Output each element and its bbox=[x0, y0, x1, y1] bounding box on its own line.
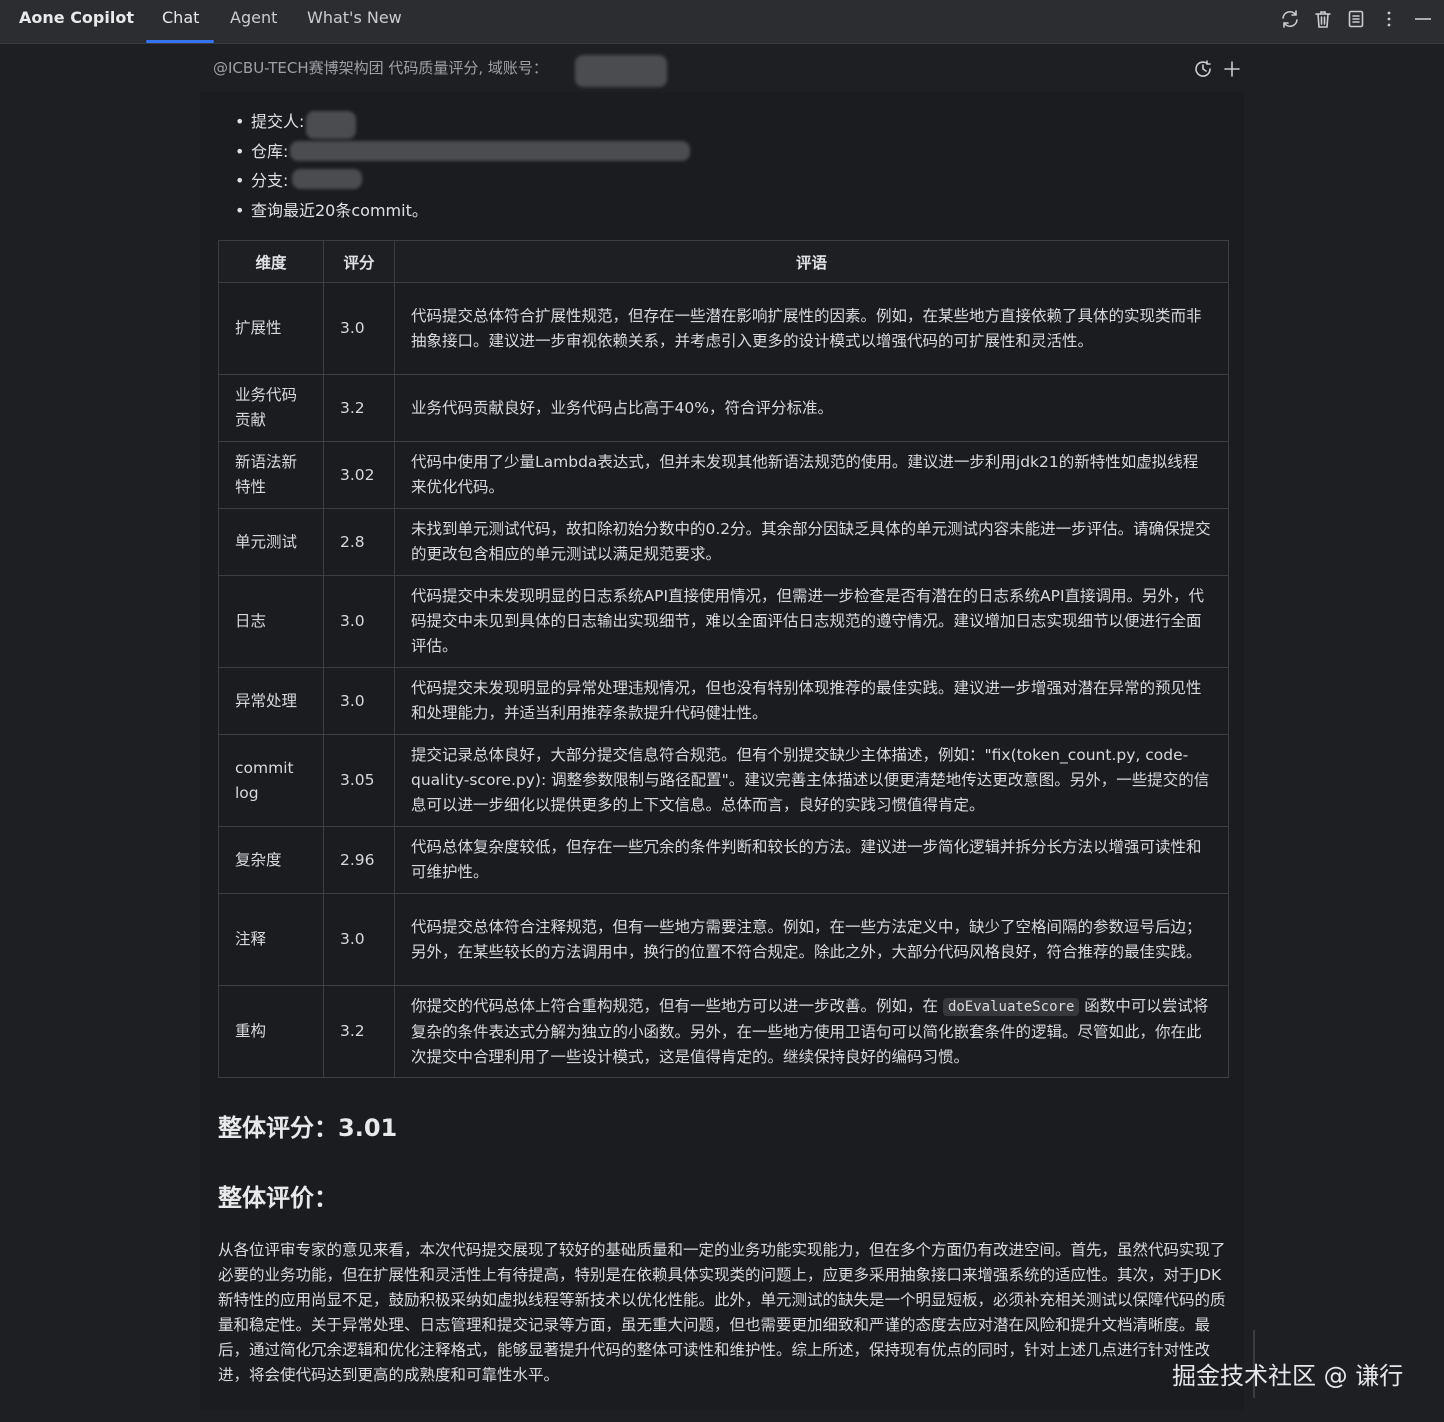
table-row: commit log 3.05 提交记录总体良好，大部分提交信息符合规范。但有个… bbox=[218, 734, 1229, 827]
trash-icon[interactable] bbox=[1312, 8, 1334, 30]
dimension-cell: 复杂度 bbox=[218, 826, 324, 894]
table-row: 重构 3.2 你提交的代码总体上符合重构规范，但有一些地方可以进一步改善。例如，… bbox=[218, 985, 1229, 1078]
comment-cell: 代码提交总体符合扩展性规范，但存在一些潜在影响扩展性的因素。例如，在某些地方直接… bbox=[394, 282, 1229, 375]
active-tab-indicator bbox=[146, 40, 214, 43]
score-cell: 3.05 bbox=[323, 734, 395, 827]
comment-cell: 代码提交未发现明显的异常处理违规情况，但也没有特别体现推荐的最佳实践。建议进一步… bbox=[394, 667, 1229, 735]
redacted-submitter bbox=[306, 111, 356, 139]
redacted-branch bbox=[292, 169, 362, 189]
score-cell: 3.0 bbox=[323, 893, 395, 986]
table-row: 注释 3.0 代码提交总体符合注释规范，但有一些地方需要注意。例如，在一些方法定… bbox=[218, 893, 1229, 986]
table-header-row: 维度 评分 评语 bbox=[218, 240, 1229, 283]
inline-code: doEvaluateScore bbox=[942, 997, 1080, 1016]
dimension-cell: commit log bbox=[218, 734, 324, 827]
table-row: 扩展性 3.0 代码提交总体符合扩展性规范，但存在一些潜在影响扩展性的因素。例如… bbox=[218, 282, 1229, 375]
document-icon[interactable] bbox=[1345, 8, 1367, 30]
more-vertical-icon[interactable] bbox=[1378, 8, 1400, 30]
dimension-cell: 重构 bbox=[218, 985, 324, 1078]
comment-cell: 代码中使用了少量Lambda表达式，但并未发现其他新语法规范的使用。建议进一步利… bbox=[394, 441, 1229, 509]
score-cell: 3.2 bbox=[323, 985, 395, 1078]
table-row: 异常处理 3.0 代码提交未发现明显的异常处理违规情况，但也没有特别体现推荐的最… bbox=[218, 667, 1229, 735]
score-table: 维度 评分 评语 扩展性 3.0 代码提交总体符合扩展性规范，但存在一些潜在影响… bbox=[218, 240, 1229, 1078]
header-dimension: 维度 bbox=[218, 240, 324, 283]
redacted-repo bbox=[290, 141, 690, 161]
score-cell: 2.96 bbox=[323, 826, 395, 894]
score-cell: 3.0 bbox=[323, 667, 395, 735]
score-cell: 3.0 bbox=[323, 575, 395, 668]
comment-cell: 代码提交总体符合注释规范，但有一些地方需要注意。例如，在一些方法定义中，缺少了空… bbox=[394, 893, 1229, 986]
top-bar: Aone Copilot Chat Agent What's New bbox=[0, 0, 1444, 44]
score-cell: 3.2 bbox=[323, 374, 395, 442]
score-cell: 3.02 bbox=[323, 441, 395, 509]
refresh-icon[interactable] bbox=[1279, 8, 1301, 30]
query-prompt: @ICBU-TECH赛博架构团 代码质量评分, 域账号： bbox=[213, 59, 548, 77]
dimension-cell: 异常处理 bbox=[218, 667, 324, 735]
list-item-query: 查询最近20条commit。 bbox=[235, 196, 428, 226]
history-icon[interactable] bbox=[1192, 58, 1214, 80]
table-row: 复杂度 2.96 代码总体复杂度较低，但存在一些冗余的条件判断和较长的方法。建议… bbox=[218, 826, 1229, 894]
minimize-icon[interactable] bbox=[1412, 8, 1434, 30]
comment-cell: 业务代码贡献良好，业务代码占比高于40%，符合评分标准。 bbox=[394, 374, 1229, 442]
dimension-cell: 扩展性 bbox=[218, 282, 324, 375]
tab-agent[interactable]: Agent bbox=[230, 8, 277, 27]
dimension-cell: 单元测试 bbox=[218, 508, 324, 576]
table-row: 单元测试 2.8 未找到单元测试代码，故扣除初始分数中的0.2分。其余部分因缺乏… bbox=[218, 508, 1229, 576]
comment-cell: 提交记录总体良好，大部分提交信息符合规范。但有个别提交缺少主体描述，例如："fi… bbox=[394, 734, 1229, 827]
score-cell: 3.0 bbox=[323, 282, 395, 375]
comment-cell: 你提交的代码总体上符合重构规范，但有一些地方可以进一步改善。例如，在 doEva… bbox=[394, 985, 1229, 1078]
table-row: 业务代码贡献 3.2 业务代码贡献良好，业务代码占比高于40%，符合评分标准。 bbox=[218, 374, 1229, 442]
comment-cell: 未找到单元测试代码，故扣除初始分数中的0.2分。其余部分因缺乏具体的单元测试内容… bbox=[394, 508, 1229, 576]
comment-cell: 代码提交中未发现明显的日志系统API直接使用情况，但需进一步检查是否有潜在的日志… bbox=[394, 575, 1229, 668]
dimension-cell: 业务代码贡献 bbox=[218, 374, 324, 442]
overall-score-heading: 整体评分：3.01 bbox=[218, 1114, 398, 1142]
overall-summary: 从各位评审专家的意见来看，本次代码提交展现了较好的基础质量和一定的业务功能实现能… bbox=[218, 1241, 1226, 1384]
redacted-account bbox=[575, 55, 667, 87]
comment-text: 你提交的代码总体上符合重构规范，但有一些地方可以进一步改善。例如，在 bbox=[411, 996, 943, 1015]
dimension-cell: 日志 bbox=[218, 575, 324, 668]
dimension-cell: 注释 bbox=[218, 893, 324, 986]
app-title: Aone Copilot bbox=[19, 8, 134, 27]
tab-whats-new[interactable]: What's New bbox=[307, 8, 402, 27]
plus-icon[interactable] bbox=[1221, 58, 1243, 80]
header-comment: 评语 bbox=[394, 240, 1229, 283]
table-row: 日志 3.0 代码提交中未发现明显的日志系统API直接使用情况，但需进一步检查是… bbox=[218, 575, 1229, 668]
dimension-cell: 新语法新特性 bbox=[218, 441, 324, 509]
watermark: 掘金技术社区 @ 谦行 bbox=[1172, 1362, 1404, 1390]
tab-chat[interactable]: Chat bbox=[162, 8, 199, 27]
overall-eval-heading: 整体评价： bbox=[218, 1184, 338, 1212]
comment-cell: 代码总体复杂度较低，但存在一些冗余的条件判断和较长的方法。建议进一步简化逻辑并拆… bbox=[394, 826, 1229, 894]
table-row: 新语法新特性 3.02 代码中使用了少量Lambda表达式，但并未发现其他新语法… bbox=[218, 441, 1229, 509]
score-cell: 2.8 bbox=[323, 508, 395, 576]
header-score: 评分 bbox=[323, 240, 395, 283]
